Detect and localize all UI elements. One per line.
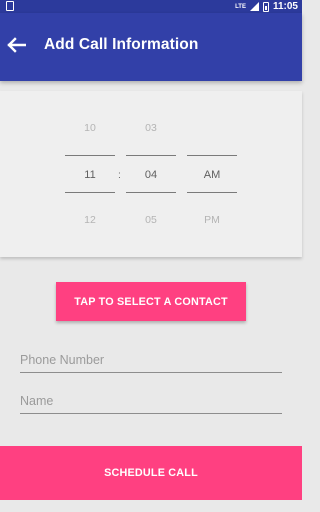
ampm-divider-bottom xyxy=(187,192,237,193)
time-separator: : xyxy=(118,169,121,181)
hour-picker[interactable]: 10 11 12 xyxy=(65,91,115,257)
minute-next[interactable]: 05 xyxy=(126,214,176,226)
minute-divider-bottom xyxy=(126,192,176,193)
minute-picker[interactable]: 03 04 05 xyxy=(126,91,176,257)
ampm-selected[interactable]: AM xyxy=(187,169,237,181)
name-field xyxy=(20,390,282,414)
hour-selected[interactable]: 11 xyxy=(65,169,115,181)
ampm-divider-top xyxy=(187,155,237,156)
status-icons: LTE 11:05 xyxy=(235,0,298,13)
network-type: LTE xyxy=(235,3,246,10)
arrow-left-icon xyxy=(7,37,26,53)
battery-icon xyxy=(262,1,269,12)
clock: 11:05 xyxy=(272,1,298,12)
sim-card-icon xyxy=(6,1,14,11)
hour-divider-bottom xyxy=(65,192,115,193)
phone-number-field xyxy=(20,349,282,373)
hour-divider-top xyxy=(65,155,115,156)
minute-selected[interactable]: 04 xyxy=(126,169,176,181)
name-input[interactable] xyxy=(20,390,282,412)
phone-number-input[interactable] xyxy=(20,349,282,371)
back-button[interactable] xyxy=(4,35,28,55)
ampm-picker[interactable]: AM PM xyxy=(187,91,237,257)
page-title: Add Call Information xyxy=(44,36,199,53)
hour-prev[interactable]: 10 xyxy=(65,122,115,134)
minute-prev[interactable]: 03 xyxy=(126,122,176,134)
hour-next[interactable]: 12 xyxy=(65,214,115,226)
ampm-next[interactable]: PM xyxy=(187,214,237,226)
select-contact-button[interactable]: TAP TO SELECT A CONTACT xyxy=(56,282,246,321)
minute-divider-top xyxy=(126,155,176,156)
time-picker: 10 11 12 : 03 04 05 AM PM xyxy=(0,91,302,257)
status-bar: LTE 11:05 xyxy=(0,0,302,13)
app-bar: Add Call Information xyxy=(0,13,302,81)
schedule-call-button[interactable]: SCHEDULE CALL xyxy=(0,446,302,500)
signal-icon xyxy=(249,2,259,11)
